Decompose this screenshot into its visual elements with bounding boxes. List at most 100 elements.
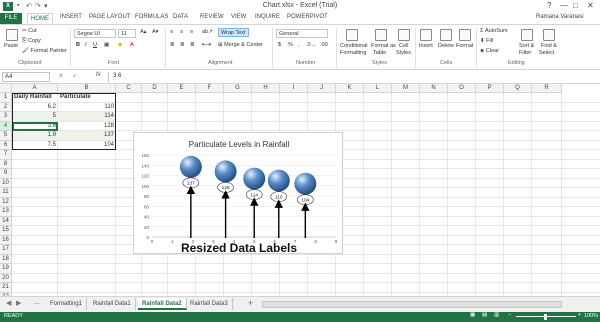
- scroll-left-icon[interactable]: ◀: [6, 299, 11, 307]
- enter-icon[interactable]: ✓: [72, 73, 78, 80]
- column-header[interactable]: D: [142, 84, 168, 93]
- cell-styles-button[interactable]: Cell: [399, 43, 408, 49]
- percent-button[interactable]: %: [288, 42, 293, 48]
- scroll-right-icon[interactable]: ▶: [16, 299, 21, 307]
- row-header[interactable]: 20: [0, 273, 12, 283]
- maximize-icon[interactable]: □: [573, 1, 578, 10]
- row-header[interactable]: 11: [0, 188, 12, 198]
- column-header[interactable]: F: [196, 84, 224, 93]
- column-header[interactable]: K: [336, 84, 364, 93]
- number-format-combo[interactable]: General: [276, 29, 328, 38]
- format-painter-button[interactable]: 🖌 Format Painter: [22, 48, 67, 54]
- column-header[interactable]: Q: [504, 84, 532, 93]
- data-label[interactable]: 137: [187, 181, 195, 187]
- row-header[interactable]: 8: [0, 159, 12, 169]
- zoom-out-icon[interactable]: −: [508, 312, 511, 318]
- indent-icon[interactable]: ⇤⇥: [202, 42, 211, 48]
- column-header[interactable]: L: [364, 84, 392, 93]
- sheet-tab-formatting1[interactable]: Formatting1: [46, 298, 88, 310]
- copy-button[interactable]: ⎘ Copy: [22, 38, 41, 45]
- row-header[interactable]: 3: [0, 112, 12, 122]
- orientation-icon[interactable]: ab↗: [202, 29, 213, 35]
- row-header[interactable]: 21: [0, 283, 12, 293]
- sheet-tab-rainfall-data3[interactable]: Rainfall Data3: [186, 298, 233, 310]
- row-header[interactable]: 15: [0, 226, 12, 236]
- tab-powerpivot[interactable]: POWERPIVOT: [287, 14, 328, 20]
- row-header[interactable]: 2: [0, 102, 12, 112]
- fill-button[interactable]: ⬇ Fill: [480, 38, 493, 44]
- increase-font-icon[interactable]: A▴: [140, 29, 146, 35]
- comma-button[interactable]: ,: [298, 42, 300, 48]
- align-middle-icon[interactable]: ≡: [180, 29, 183, 35]
- align-top-icon[interactable]: ≡: [170, 29, 173, 35]
- row-header[interactable]: 6: [0, 140, 12, 150]
- zoom-level[interactable]: 100%: [584, 313, 598, 319]
- data-point[interactable]: [267, 169, 290, 192]
- italic-button[interactable]: I: [85, 42, 87, 48]
- row-header[interactable]: 10: [0, 178, 12, 188]
- column-header[interactable]: B: [58, 84, 116, 93]
- tab-review[interactable]: REVIEW: [200, 14, 224, 20]
- column-header[interactable]: N: [420, 84, 448, 93]
- horizontal-scrollbar[interactable]: [262, 301, 562, 308]
- select-all-corner[interactable]: [0, 84, 12, 93]
- add-sheet-button[interactable]: +: [248, 298, 253, 308]
- column-header[interactable]: O: [448, 84, 476, 93]
- wrap-text-button[interactable]: Wrap Text: [218, 28, 249, 37]
- currency-button[interactable]: $: [278, 42, 281, 48]
- row-header[interactable]: 1: [0, 93, 12, 103]
- cell-styles-icon[interactable]: [398, 29, 410, 41]
- row-header[interactable]: 16: [0, 235, 12, 245]
- sheet-tab-rainfall-data2[interactable]: Rainfall Data2: [138, 298, 187, 310]
- row-header[interactable]: 4: [0, 121, 12, 131]
- row-header[interactable]: 7: [0, 150, 12, 160]
- insert-cells-button[interactable]: Insert: [419, 43, 433, 49]
- row-header[interactable]: 17: [0, 245, 12, 255]
- tab-formulas[interactable]: FORMULAS: [135, 14, 168, 20]
- borders-icon[interactable]: ▦: [104, 42, 109, 48]
- delete-cells-icon[interactable]: [440, 29, 452, 41]
- tab-inquire[interactable]: INQUIRE: [255, 14, 280, 20]
- tab-insert[interactable]: INSERT: [60, 14, 82, 20]
- decrease-decimal-icon[interactable]: .00: [320, 42, 328, 48]
- tab-data[interactable]: DATA: [173, 14, 188, 20]
- paste-button[interactable]: Paste: [4, 43, 18, 49]
- insert-cells-icon[interactable]: [420, 29, 432, 41]
- column-header[interactable]: A: [12, 84, 58, 93]
- page-layout-view-icon[interactable]: ▤: [482, 312, 487, 318]
- tab-home[interactable]: HOME: [27, 13, 53, 24]
- data-label[interactable]: 114: [250, 192, 258, 198]
- column-header[interactable]: H: [252, 84, 280, 93]
- row-header[interactable]: 13: [0, 207, 12, 217]
- zoom-slider-thumb[interactable]: [544, 314, 547, 320]
- merge-center-button[interactable]: ⊞ Merge & Center: [218, 42, 263, 48]
- increase-decimal-icon[interactable]: .0→: [306, 42, 316, 48]
- column-header[interactable]: C: [116, 84, 142, 93]
- chart-area[interactable]: Particulate Levels in Rainfall 0 20 40 60 80…: [133, 132, 343, 255]
- worksheet-grid[interactable]: ABCDEFGHIJKLMNOPQR 1 2 3 4 5 6 7 8 9 10 11 12 13 14 15…: [0, 84, 600, 296]
- underline-button[interactable]: U: [93, 42, 97, 48]
- find-select-icon[interactable]: [543, 29, 555, 41]
- tab-view[interactable]: VIEW: [231, 14, 246, 20]
- data-point[interactable]: [243, 167, 266, 190]
- zoom-in-icon[interactable]: +: [578, 312, 581, 318]
- row-header[interactable]: 18: [0, 254, 12, 264]
- clear-button[interactable]: ◈ Clear: [480, 48, 499, 54]
- conditional-formatting-icon[interactable]: [346, 29, 358, 41]
- fill-color-icon[interactable]: ◆: [118, 42, 122, 48]
- name-box[interactable]: A4: [2, 72, 50, 82]
- data-label[interactable]: 128: [222, 185, 230, 191]
- help-icon[interactable]: ?: [547, 1, 551, 10]
- sheet-tab-rainfall-data1[interactable]: Rainfall Data1: [89, 298, 136, 310]
- column-header[interactable]: R: [532, 84, 562, 93]
- data-point[interactable]: [179, 155, 202, 178]
- bold-button[interactable]: B: [76, 42, 80, 48]
- close-icon[interactable]: ✕: [587, 1, 594, 10]
- align-bottom-icon[interactable]: ≡: [190, 29, 193, 35]
- column-header[interactable]: G: [224, 84, 252, 93]
- align-center-icon[interactable]: ≣: [180, 42, 185, 48]
- row-header[interactable]: 12: [0, 197, 12, 207]
- column-header[interactable]: M: [392, 84, 420, 93]
- find-select-button[interactable]: Find &: [541, 43, 557, 49]
- tab-page-layout[interactable]: PAGE LAYOUT: [89, 14, 130, 20]
